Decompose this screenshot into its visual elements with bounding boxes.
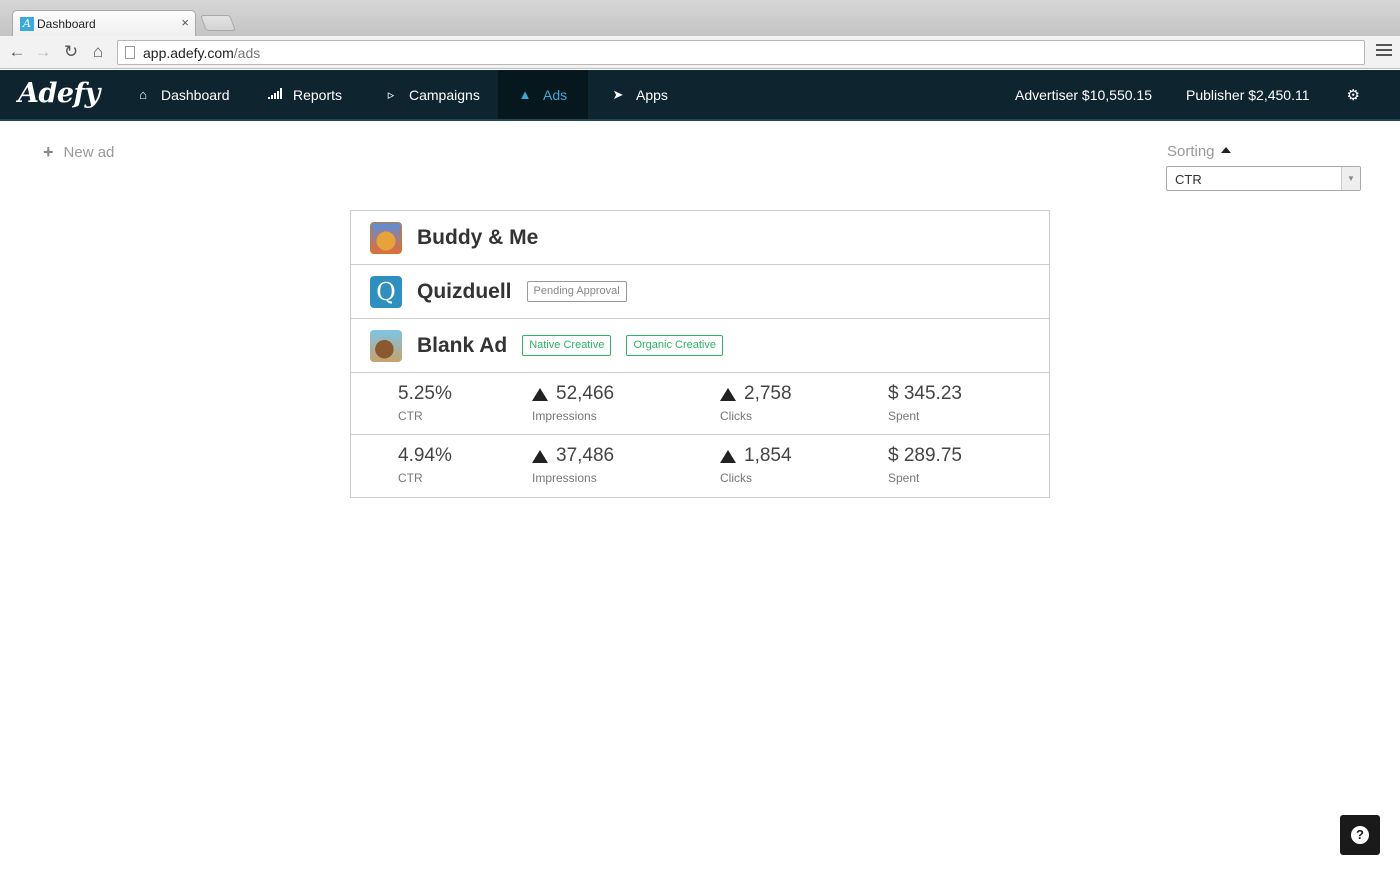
new-tab-button[interactable] — [200, 15, 236, 31]
spent-value: $ 345.23 — [888, 383, 962, 404]
ad-row-blank-ad[interactable]: Blank Ad Native Creative Organic Creativ… — [351, 319, 1049, 373]
spent-label: Spent — [888, 471, 920, 485]
spent-stat: $ 345.23 Spent — [888, 383, 962, 423]
page-icon — [125, 46, 135, 59]
settings-gear-icon[interactable]: ⚙ — [1347, 86, 1360, 104]
rocket-icon: ➤ — [612, 86, 624, 102]
bullhorn-icon: ▹ — [387, 86, 395, 102]
trend-up-icon — [532, 387, 548, 401]
browser-toolbar: ← → ↻ ⌂ app.adefy.com/ads — [0, 36, 1400, 69]
clicks-stat: 2,758 Clicks — [720, 383, 792, 423]
impressions-stat: 52,466 Impressions — [532, 383, 614, 423]
nav-item-campaigns[interactable]: ▹ Campaigns — [364, 70, 500, 119]
plus-icon: + — [43, 142, 54, 162]
new-ad-button[interactable]: + New ad — [43, 142, 114, 163]
spent-stat: $ 289.75 Spent — [888, 445, 962, 485]
url-path: /ads — [233, 45, 261, 61]
url-text: app.adefy.com/ads — [143, 45, 260, 61]
nav-item-label: Campaigns — [409, 86, 480, 103]
trend-up-icon — [720, 449, 736, 463]
spent-label: Spent — [888, 409, 920, 423]
sorting-label[interactable]: Sorting — [1167, 143, 1231, 160]
native-creative-badge: Native Creative — [522, 335, 612, 356]
impressions-label: Impressions — [532, 471, 597, 485]
trend-up-icon — [720, 387, 736, 401]
nav-item-ads[interactable]: ▲ Ads — [498, 70, 588, 119]
chevron-down-icon: ▼ — [1341, 167, 1360, 190]
nav-item-label: Apps — [636, 86, 668, 103]
close-tab-icon[interactable]: × — [181, 15, 189, 30]
organic-creative-badge: Organic Creative — [626, 335, 723, 356]
sorting-select-value: CTR — [1175, 172, 1202, 187]
sorting-label-text: Sorting — [1167, 143, 1215, 160]
blank-ad-app-icon — [370, 329, 402, 362]
ad-name: Buddy & Me — [417, 225, 539, 249]
nav-item-reports[interactable]: Reports — [248, 70, 362, 119]
ad-row-buddy-me[interactable]: Buddy & Me — [351, 211, 1049, 265]
nav-item-label: Reports — [293, 86, 343, 103]
quizduell-app-icon: Q — [370, 275, 402, 308]
adefy-favicon-icon: A — [20, 17, 34, 31]
home-icon: ⌂ — [139, 87, 147, 102]
browser-tabbar: A Dashboard × — [0, 0, 1400, 36]
browser-menu-icon[interactable] — [1376, 44, 1392, 58]
impressions-value: 52,466 — [556, 383, 615, 404]
clicks-value: 1,854 — [744, 445, 792, 466]
trend-up-icon — [532, 449, 548, 463]
ctr-label: CTR — [398, 471, 423, 485]
pending-approval-badge: Pending Approval — [526, 281, 627, 302]
stats-row: 5.25% CTR 52,466 Impressions 2,758 Click… — [351, 373, 1049, 435]
ctr-value: 4.94% — [398, 445, 452, 466]
clicks-label: Clicks — [720, 409, 752, 423]
forward-arrow-icon[interactable]: → — [33, 41, 53, 63]
spent-value: $ 289.75 — [888, 445, 962, 466]
clicks-value: 2,758 — [744, 383, 792, 404]
impressions-label: Impressions — [532, 409, 597, 423]
ctr-value: 5.25% — [398, 383, 452, 404]
question-icon: ? — [1351, 826, 1369, 844]
sitemap-icon: ▲ — [518, 87, 532, 102]
browser-tab[interactable]: A Dashboard × — [12, 10, 196, 36]
nav-item-apps[interactable]: ➤ Apps — [591, 70, 688, 119]
nav-item-label: Ads — [543, 86, 568, 103]
ad-row-quizduell[interactable]: Q Quizduell Pending Approval — [351, 265, 1049, 319]
publisher-balance[interactable]: Publisher $2,450.11 — [1186, 70, 1310, 119]
ad-name: Blank Ad — [417, 333, 508, 357]
reload-icon[interactable]: ↻ — [61, 41, 81, 63]
nav-item-label: Dashboard — [161, 86, 230, 103]
signal-bars-icon — [268, 87, 282, 102]
stats-row: 4.94% CTR 37,486 Impressions 1,854 Click… — [351, 435, 1049, 497]
advertiser-balance[interactable]: Advertiser $10,550.15 — [1015, 70, 1152, 119]
address-bar[interactable]: app.adefy.com/ads — [117, 40, 1365, 65]
new-ad-label: New ad — [63, 144, 115, 161]
clicks-stat: 1,854 Clicks — [720, 445, 792, 485]
ad-name: Quizduell — [417, 279, 512, 303]
url-host: app.adefy.com — [143, 45, 234, 61]
sort-ascending-icon — [1220, 147, 1231, 153]
nav-item-dashboard[interactable]: ⌂ Dashboard — [116, 70, 250, 119]
adefy-logo[interactable]: Adefy — [18, 78, 100, 109]
home-icon[interactable]: ⌂ — [88, 41, 108, 63]
ctr-label: CTR — [398, 409, 423, 423]
buddy-me-app-icon — [370, 221, 402, 254]
app-navbar: Adefy ⌂ Dashboard Reports ▹ Campaigns ▲ … — [0, 70, 1400, 121]
ctr-stat: 5.25% CTR — [398, 383, 452, 423]
impressions-value: 37,486 — [556, 445, 615, 466]
tab-title: Dashboard — [37, 17, 96, 31]
impressions-stat: 37,486 Impressions — [532, 445, 614, 485]
help-button[interactable]: ? — [1340, 815, 1380, 855]
sorting-select[interactable]: CTR ▼ — [1166, 166, 1361, 191]
back-arrow-icon[interactable]: ← — [7, 41, 27, 63]
ads-list: Buddy & Me Q Quizduell Pending Approval … — [350, 210, 1050, 498]
clicks-label: Clicks — [720, 471, 752, 485]
ctr-stat: 4.94% CTR — [398, 445, 452, 485]
